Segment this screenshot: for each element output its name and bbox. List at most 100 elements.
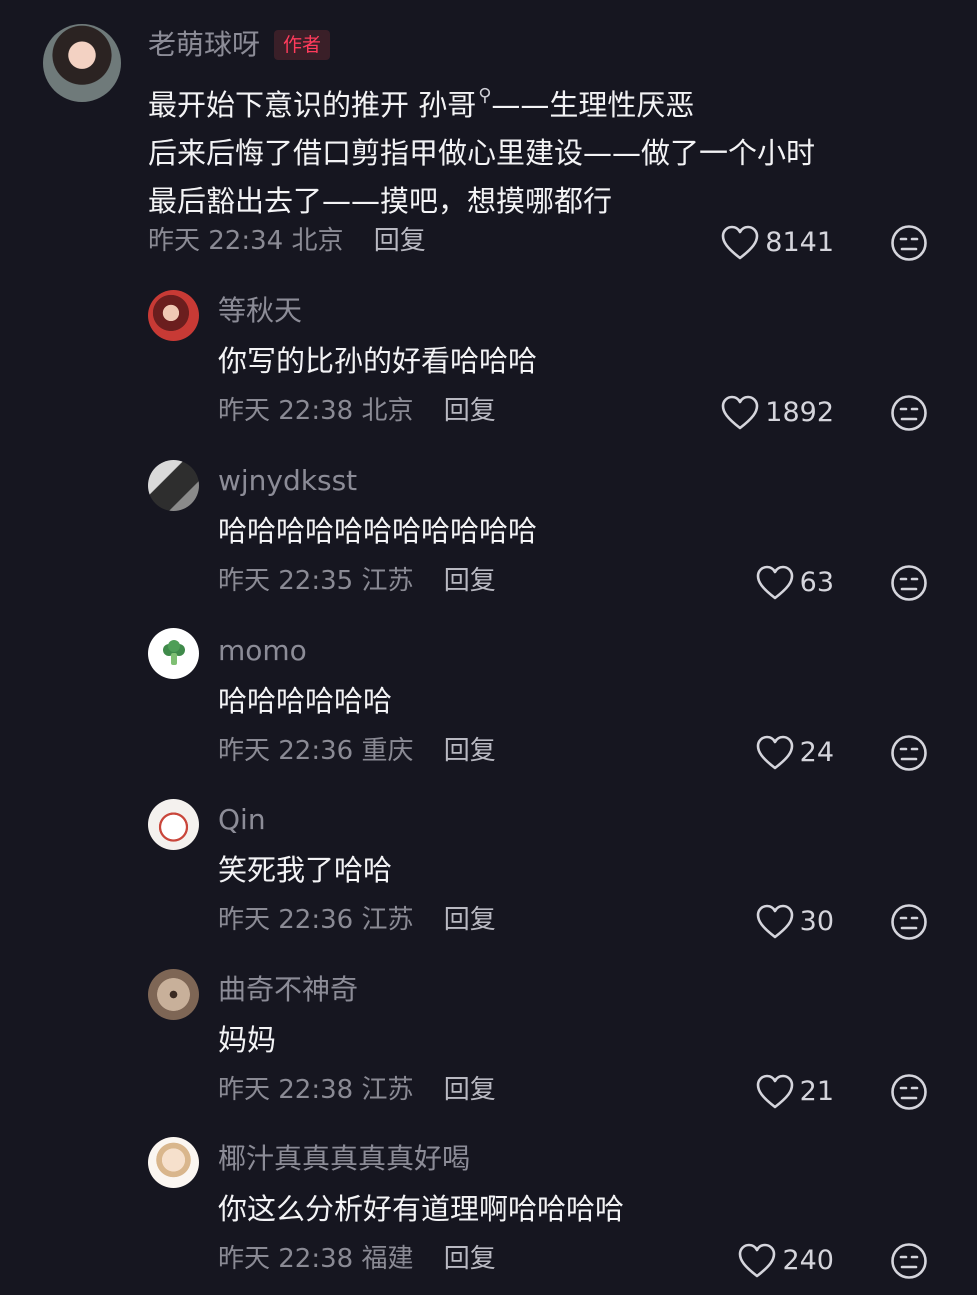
comment-text: 你这么分析好有道理啊哈哈哈哈: [218, 1192, 625, 1226]
username[interactable]: momo: [218, 634, 307, 668]
like-count: 24: [799, 737, 834, 768]
dislike-button[interactable]: [890, 224, 928, 262]
comment-item: 老萌球呀 作者 最开始下意识的推开 孙哥 ⚲——生理性厌恶 后来后悔了借口剪指甲做心…: [0, 0, 977, 270]
comment-text: 妈妈: [218, 1023, 277, 1057]
location: 北京: [361, 396, 414, 426]
comment-meta: 昨天 22:38 北京 回复: [218, 394, 496, 428]
dislike-face-icon: [891, 735, 927, 771]
location: 重庆: [361, 736, 414, 766]
comment-text: 最开始下意识的推开 孙哥 ⚲——生理性厌恶 后来后悔了借口剪指甲做心里建设——做了…: [148, 72, 815, 225]
comment-text: 笑死我了哈哈: [218, 853, 393, 887]
username[interactable]: 等秋天: [218, 294, 302, 328]
comment-text: 你写的比孙的好看哈哈哈: [218, 344, 538, 378]
like-button[interactable]: 21: [756, 1072, 834, 1112]
avatar[interactable]: [148, 799, 199, 850]
like-count: 8141: [765, 227, 834, 258]
reply-item: wjnydksst 哈哈哈哈哈哈哈哈哈哈哈 昨天 22:35 江苏 回复 63: [0, 455, 977, 605]
heart-outline-icon: [756, 904, 793, 939]
dislike-button[interactable]: [890, 903, 928, 941]
comment-line-suffix: ——生理性厌恶: [491, 88, 695, 122]
dislike-button[interactable]: [890, 1073, 928, 1111]
timestamp: 昨天 22:38: [218, 1244, 354, 1274]
comment-list: 老萌球呀 作者 最开始下意识的推开 孙哥 ⚲——生理性厌恶 后来后悔了借口剪指甲做心…: [0, 0, 977, 1295]
avatar[interactable]: [43, 24, 121, 102]
like-count: 1892: [765, 397, 834, 428]
dislike-face-icon: [891, 395, 927, 431]
timestamp: 昨天 22:35: [218, 566, 354, 596]
heart-outline-icon: [756, 735, 793, 770]
broccoli-icon: [162, 639, 185, 665]
location: 江苏: [361, 1075, 414, 1105]
avatar[interactable]: [148, 290, 199, 341]
like-button[interactable]: 1892: [721, 393, 834, 433]
heart-outline-icon: [756, 565, 793, 600]
like-button[interactable]: 240: [738, 1241, 834, 1281]
reply-button[interactable]: 回复: [444, 566, 496, 596]
like-count: 63: [799, 567, 834, 598]
dislike-face-icon: [891, 904, 927, 940]
heart-outline-icon: [739, 1243, 776, 1278]
username-text[interactable]: 老萌球呀: [148, 28, 260, 61]
reply-button[interactable]: 回复: [444, 1075, 496, 1105]
search-icon[interactable]: ⚲: [478, 85, 491, 106]
reply-button[interactable]: 回复: [444, 396, 496, 426]
avatar[interactable]: [148, 969, 199, 1020]
heart-outline-icon: [721, 225, 759, 260]
avatar[interactable]: [148, 628, 199, 679]
like-count: 240: [782, 1245, 834, 1276]
like-button[interactable]: 24: [756, 733, 834, 773]
comment-meta: 昨天 22:36 重庆 回复: [218, 734, 496, 768]
timestamp: 昨天 22:38: [218, 1075, 354, 1105]
dislike-button[interactable]: [890, 564, 928, 602]
author-badge: 作者: [274, 30, 331, 60]
like-button[interactable]: 30: [756, 902, 834, 942]
comment-meta: 昨天 22:36 江苏 回复: [218, 903, 496, 937]
dislike-button[interactable]: [890, 734, 928, 772]
comment-line: 后来后悔了借口剪指甲做心里建设——做了一个小时: [148, 136, 816, 170]
like-count: 21: [799, 1076, 834, 1107]
comment-meta: 昨天 22:38 福建 回复: [218, 1242, 496, 1276]
heart-outline-icon: [756, 1074, 793, 1109]
like-button[interactable]: 8141: [721, 223, 834, 263]
reply-item: momo 哈哈哈哈哈哈 昨天 22:36 重庆 回复 24: [0, 625, 977, 775]
dislike-button[interactable]: [890, 394, 928, 432]
heart-outline-icon: [721, 395, 759, 430]
username[interactable]: Qin: [218, 803, 266, 837]
reply-button[interactable]: 回复: [374, 226, 426, 256]
dislike-face-icon: [891, 1074, 927, 1110]
location: 江苏: [361, 566, 414, 596]
timestamp: 昨天 22:36: [218, 905, 354, 935]
username[interactable]: 老萌球呀 作者: [148, 28, 331, 62]
avatar[interactable]: [148, 1137, 199, 1188]
reply-button[interactable]: 回复: [444, 905, 496, 935]
reply-item: 曲奇不神奇 妈妈 昨天 22:38 江苏 回复 21: [0, 964, 977, 1114]
comment-text: 哈哈哈哈哈哈: [218, 684, 393, 718]
like-button[interactable]: 63: [756, 563, 834, 603]
timestamp: 昨天 22:34: [148, 226, 284, 256]
avatar[interactable]: [148, 460, 199, 511]
comment-text: 哈哈哈哈哈哈哈哈哈哈哈: [218, 514, 538, 548]
username[interactable]: wjnydksst: [218, 464, 357, 498]
reply-button[interactable]: 回复: [444, 1244, 496, 1274]
username[interactable]: 椰汁真真真真真好喝: [218, 1142, 470, 1176]
dislike-face-icon: [891, 1243, 927, 1279]
like-count: 30: [799, 906, 834, 937]
dislike-button[interactable]: [890, 1242, 928, 1280]
dislike-face-icon: [891, 565, 927, 601]
location: 江苏: [361, 905, 414, 935]
comment-meta: 昨天 22:35 江苏 回复: [218, 564, 496, 598]
dislike-face-icon: [891, 225, 927, 261]
timestamp: 昨天 22:36: [218, 736, 354, 766]
reply-button[interactable]: 回复: [444, 736, 496, 766]
reply-item: 椰汁真真真真真好喝 你这么分析好有道理啊哈哈哈哈 昨天 22:38 福建 回复 …: [0, 1133, 977, 1283]
location: 北京: [291, 226, 344, 256]
comment-meta: 昨天 22:34 北京 回复: [148, 224, 426, 258]
timestamp: 昨天 22:38: [218, 396, 354, 426]
comment-line: 最后豁出去了——摸吧，想摸哪都行: [148, 184, 613, 218]
reply-item: 等秋天 你写的比孙的好看哈哈哈 昨天 22:38 北京 回复 1892: [0, 285, 977, 435]
reply-item: Qin 笑死我了哈哈 昨天 22:36 江苏 回复 30: [0, 794, 977, 944]
comment-line: 最开始下意识的推开 孙哥: [148, 88, 477, 122]
comment-meta: 昨天 22:38 江苏 回复: [218, 1073, 496, 1107]
location: 福建: [361, 1244, 414, 1274]
username[interactable]: 曲奇不神奇: [218, 973, 358, 1007]
